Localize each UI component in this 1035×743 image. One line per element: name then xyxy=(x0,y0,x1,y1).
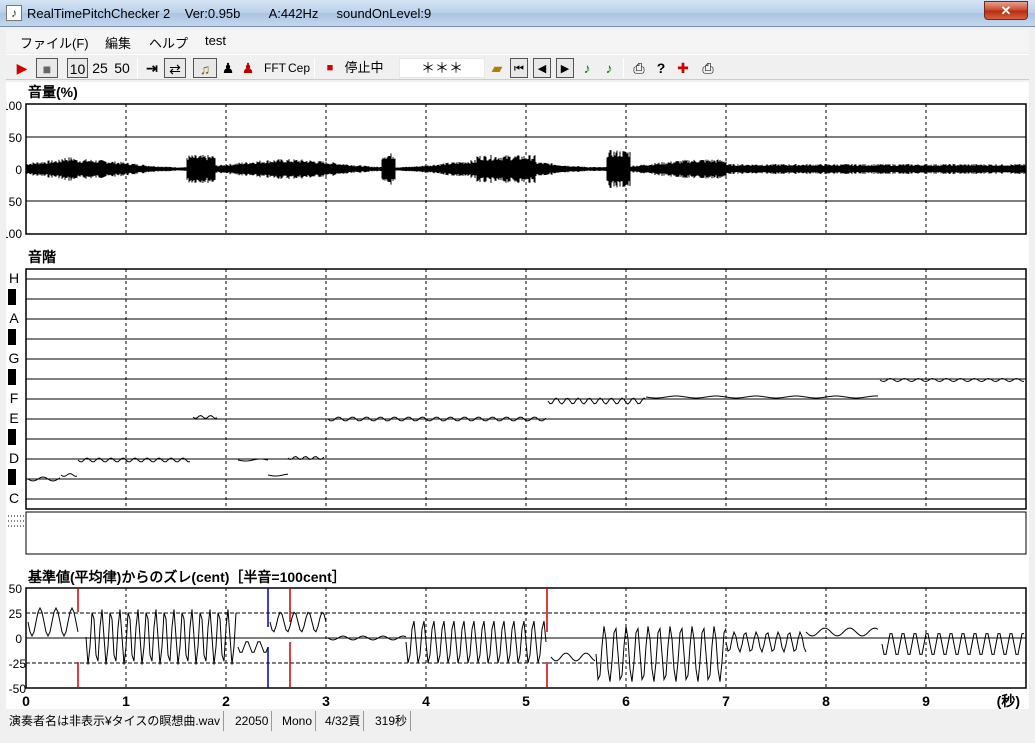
prev-icon[interactable]: ◀ xyxy=(533,58,551,78)
cent-plot xyxy=(25,587,1027,689)
volume-tick: 100 xyxy=(6,227,22,241)
note-icon[interactable]: ♪ xyxy=(579,58,595,78)
close-button[interactable]: ✕ xyxy=(984,1,1028,20)
black-key xyxy=(8,369,16,385)
note-strip xyxy=(25,511,1027,555)
speed-10-button[interactable]: 10 xyxy=(67,58,88,78)
help-icon[interactable]: ? xyxy=(653,58,669,78)
menu-test[interactable]: test xyxy=(205,33,226,48)
cent-tick: 0 xyxy=(15,632,22,646)
cep-button[interactable]: Cep xyxy=(288,58,310,78)
menu-file[interactable]: ファイル(F) xyxy=(20,33,89,52)
black-key xyxy=(8,289,16,305)
time-tick-label: 2 xyxy=(222,693,230,709)
black-key xyxy=(8,329,16,345)
time-tick-label: 4 xyxy=(422,693,430,709)
cent-title: 基準値(平均律)からのズレ(cent)［半音=100cent］ xyxy=(28,569,346,585)
time-tick-label: 9 xyxy=(922,693,930,709)
play-icon[interactable]: ▶ xyxy=(14,58,30,78)
window-title: RealTimePitchChecker 2 Ver:0.95b A:442Hz… xyxy=(27,6,432,21)
violin-icon[interactable]: ♫ xyxy=(193,58,217,78)
jump-end-icon[interactable]: ⇥ xyxy=(144,58,160,78)
status-channel: Mono xyxy=(279,711,317,731)
time-tick-label: 8 xyxy=(822,693,830,709)
print-icon[interactable]: ⎙ xyxy=(630,58,648,78)
time-tick-label: 6 xyxy=(622,693,630,709)
volume-tick: 100 xyxy=(6,99,22,113)
next-icon[interactable]: ▶ xyxy=(556,58,574,78)
person-icon[interactable]: ♟ xyxy=(220,58,236,78)
status-file: 演奏者名は非表示¥タイスの瞑想曲.wav xyxy=(6,711,224,731)
loop-icon[interactable]: ⇄ xyxy=(164,58,186,78)
status-bar: 演奏者名は非表示¥タイスの瞑想曲.wav 22050 Mono 4/32頁 31… xyxy=(6,710,1029,733)
cent-tick: 50 xyxy=(9,582,23,596)
stop-icon[interactable]: ■ xyxy=(36,58,58,78)
time-tick-label: 5 xyxy=(522,693,530,709)
time-axis: 0 1 2 3 4 5 6 7 8 9 xyxy=(22,693,930,709)
status-rate: 22050 xyxy=(232,711,273,731)
note-label-f: F xyxy=(10,390,19,406)
black-key xyxy=(8,429,16,445)
menu-edit[interactable]: 編集 xyxy=(105,33,131,52)
time-tick-label: 0 xyxy=(22,693,30,709)
cent-tick: -25 xyxy=(9,657,27,671)
note-label-e: E xyxy=(9,410,18,426)
menu-bar: ファイル(F) 編集 ヘルプ test xyxy=(6,30,1029,52)
note-label-d: D xyxy=(9,450,19,466)
person-red-icon[interactable]: ♟ xyxy=(240,58,256,78)
marker-icon[interactable]: ✚ xyxy=(674,58,692,78)
graph-canvas[interactable]: 音量(%) 100 50 0 50 100 音階 H A G F E D C 基… xyxy=(2,82,1029,709)
time-unit: (秒) xyxy=(997,693,1020,709)
note-alt-icon[interactable]: ♪ xyxy=(601,58,617,78)
status-page: 4/32頁 xyxy=(322,711,365,731)
volume-tick: 50 xyxy=(9,131,23,145)
note-label-c: C xyxy=(9,490,19,506)
graph-area: 音量(%) 100 50 0 50 100 音階 H A G F E D C 基… xyxy=(2,82,1029,709)
cent-tick: 25 xyxy=(9,607,23,621)
volume-title: 音量(%) xyxy=(28,84,78,100)
volume-tick: 0 xyxy=(15,163,22,177)
status-duration: 319秒 xyxy=(372,711,412,731)
note-label-h: H xyxy=(9,270,19,286)
app-window: ♪ RealTimePitchChecker 2 Ver:0.95b A:442… xyxy=(0,0,1035,743)
speed-25-button[interactable]: 25 xyxy=(90,58,110,78)
record-icon[interactable]: ■ xyxy=(323,58,337,78)
title-bar[interactable]: ♪ RealTimePitchChecker 2 Ver:0.95b A:442… xyxy=(0,0,1035,27)
open-folder-icon[interactable]: ▰ xyxy=(488,58,506,78)
time-tick-label: 3 xyxy=(322,693,330,709)
volume-plot xyxy=(25,103,1027,235)
note-label-g: G xyxy=(9,350,20,366)
scale-title: 音階 xyxy=(28,249,56,265)
black-key xyxy=(8,469,16,485)
app-icon: ♪ xyxy=(6,5,22,21)
speed-50-button[interactable]: 50 xyxy=(112,58,132,78)
time-tick-label: 7 xyxy=(722,693,730,709)
note-display: ＊＊＊ xyxy=(399,58,485,78)
fft-button[interactable]: FFT xyxy=(264,58,286,78)
note-label-a: A xyxy=(9,310,19,326)
status-label: 停止中 xyxy=(344,60,384,75)
volume-tick: 50 xyxy=(9,195,23,209)
print-alt-icon[interactable]: ⎙ xyxy=(699,58,717,78)
first-icon[interactable]: ⏮ xyxy=(510,58,528,78)
time-tick-label: 1 xyxy=(122,693,130,709)
menu-help[interactable]: ヘルプ xyxy=(149,33,188,52)
scale-plot xyxy=(25,268,1027,510)
toolbar: ▶ ■ 10 25 50 ⇥ ⇄ ♫ ♟ ♟ FFT Cep ■ 停止中 ＊＊＊… xyxy=(6,54,1029,80)
